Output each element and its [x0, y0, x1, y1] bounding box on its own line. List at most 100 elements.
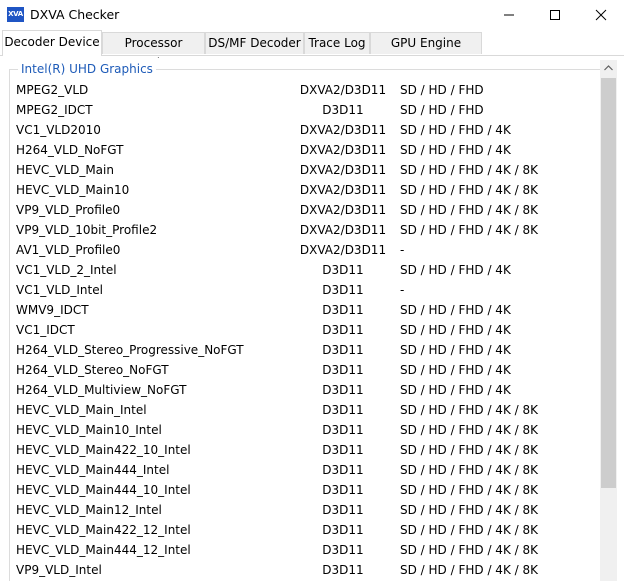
close-icon	[595, 9, 607, 21]
decoder-api: D3D11	[322, 423, 364, 437]
decoder-api: D3D11	[322, 283, 364, 297]
maximize-button[interactable]	[532, 0, 578, 30]
decoder-name: VC1_IDCT	[16, 323, 75, 337]
table-row[interactable]: HEVC_VLD_Main DXVA2/D3D11 SD / HD / FHD / …	[6, 160, 601, 180]
decoder-name: HEVC_VLD_Main_Intel	[16, 403, 147, 417]
decoder-resolutions: SD / HD / FHD / 4K / 8K	[400, 523, 538, 537]
table-row[interactable]: VC1_VLD2010 DXVA2/D3D11 SD / HD / FHD / 4K	[6, 120, 601, 140]
decoder-api: D3D11	[322, 503, 364, 517]
table-row[interactable]: HEVC_VLD_Main444_10_Intel D3D11 SD / HD / …	[6, 480, 601, 500]
decoder-name: H264_VLD_Stereo_NoFGT	[16, 363, 169, 377]
decoder-resolutions: SD / HD / FHD	[400, 83, 484, 97]
tab-trace-log[interactable]: Trace Log	[304, 32, 370, 54]
decoder-resolutions: SD / HD / FHD / 4K	[400, 383, 511, 397]
group-title: Intel(R) UHD Graphics	[18, 61, 156, 77]
table-row[interactable]: AV1_VLD_Profile0 DXVA2/D3D11-	[6, 240, 601, 260]
vertical-scrollbar[interactable]	[600, 60, 617, 581]
minimize-icon	[504, 14, 514, 16]
decoder-name: VP9_VLD_Intel	[16, 563, 102, 577]
decoder-api: D3D11	[322, 483, 364, 497]
table-row[interactable]: VC1_VLD_Intel D3D11 -	[6, 280, 601, 300]
decoder-api: D3D11	[322, 443, 364, 457]
decoder-resolutions: SD / HD / FHD / 4K / 8K	[400, 163, 538, 177]
table-row[interactable]: VP9_VLD_10bit_Profile2 DXVA2/D3D11 SD / HD…	[6, 220, 601, 240]
decoder-list: MPEG2_VLD DXVA2/D3D11 SD / HD / FHD MPEG2_I…	[6, 80, 601, 580]
tab-decoder-device[interactable]: Decoder Device	[2, 30, 102, 56]
decoder-api: D3D11	[322, 523, 364, 537]
table-row[interactable]: VC1_IDCT D3D11 SD / HD / FHD / 4K	[6, 320, 601, 340]
table-row[interactable]: VP9_VLD_Profile0 DXVA2/D3D11 SD / HD / FHD…	[6, 200, 601, 220]
table-row[interactable]: HEVC_VLD_Main444_12_Intel D3D11 SD / HD / …	[6, 540, 601, 560]
decoder-api: DXVA2/D3D11	[299, 243, 387, 257]
decoder-api: DXVA2/D3D11	[299, 163, 387, 177]
table-row[interactable]: H264_VLD_Multiview_NoFGT D3D11 SD / HD / F…	[6, 380, 601, 400]
table-row[interactable]: HEVC_VLD_Main10_Intel D3D11 SD / HD / FHD …	[6, 420, 601, 440]
table-row[interactable]: HEVC_VLD_Main10 DXVA2/D3D11 SD / HD / FHD …	[6, 180, 601, 200]
decoder-resolutions: SD / HD / FHD / 4K	[400, 123, 511, 137]
table-row[interactable]: MPEG2_VLD DXVA2/D3D11 SD / HD / FHD	[6, 80, 601, 100]
decoder-name: VP9_VLD_Profile0	[16, 203, 121, 217]
decoder-api: D3D11	[322, 563, 364, 577]
table-row[interactable]: VC1_VLD_2_Intel D3D11 SD / HD / FHD / 4K	[6, 260, 601, 280]
decoder-resolutions: SD / HD / FHD / 4K / 8K	[400, 403, 538, 417]
tab-processor-device[interactable]: Processor Device	[102, 32, 205, 70]
decoder-name: HEVC_VLD_Main10	[16, 183, 130, 197]
table-row[interactable]: HEVC_VLD_Main422_10_Intel D3D11 SD / HD / …	[6, 440, 601, 460]
decoder-name: VC1_VLD_Intel	[16, 283, 103, 297]
decoder-name: MPEG2_IDCT	[16, 103, 93, 117]
decoder-resolutions: SD / HD / FHD / 4K / 8K	[400, 563, 538, 577]
decoder-api: D3D11	[322, 463, 364, 477]
decoder-resolutions: SD / HD / FHD / 4K / 8K	[400, 543, 538, 557]
table-row[interactable]: H264_VLD_NoFGT DXVA2/D3D11 SD / HD / FHD /…	[6, 140, 601, 160]
decoder-name: VP9_VLD_10bit_Profile2	[16, 223, 158, 237]
table-row[interactable]: HEVC_VLD_Main_Intel D3D11 SD / HD / FHD / …	[6, 400, 601, 420]
decoder-api: DXVA2/D3D11	[299, 203, 387, 217]
decoder-name: HEVC_VLD_Main444_Intel	[16, 463, 170, 477]
table-row[interactable]: H264_VLD_Stereo_Progressive_NoFGT D3D11 SD…	[6, 340, 601, 360]
decoder-resolutions: SD / HD / FHD / 4K	[400, 143, 511, 157]
decoder-resolutions: -	[400, 243, 405, 257]
decoder-resolutions: SD / HD / FHD / 4K / 8K	[400, 223, 538, 237]
decoder-api: DXVA2/D3D11	[299, 183, 387, 197]
decoder-resolutions: SD / HD / FHD / 4K	[400, 363, 511, 377]
decoder-resolutions: SD / HD / FHD / 4K / 8K	[400, 463, 538, 477]
decoder-resolutions: SD / HD / FHD / 4K / 8K	[400, 183, 538, 197]
scroll-up-button[interactable]	[600, 60, 617, 77]
table-row[interactable]: MPEG2_IDCT D3D11 SD / HD / FHD	[6, 100, 601, 120]
decoder-name: HEVC_VLD_Main	[16, 163, 114, 177]
decoder-api: DXVA2/D3D11	[299, 143, 387, 157]
decoder-name: VC1_VLD_2_Intel	[16, 263, 117, 277]
table-row[interactable]: VP9_VLD_Intel D3D11 SD / HD / FHD / 4K / 8…	[6, 560, 601, 580]
table-row[interactable]: HEVC_VLD_Main12_Intel D3D11 SD / HD / FHD …	[6, 500, 601, 520]
decoder-api: DXVA2/D3D11	[299, 123, 387, 137]
decoder-resolutions: SD / HD / FHD / 4K / 8K	[400, 423, 538, 437]
decoder-name: HEVC_VLD_Main12_Intel	[16, 503, 162, 517]
table-row[interactable]: HEVC_VLD_Main444_Intel D3D11 SD / HD / FHD…	[6, 460, 601, 480]
decoder-device-panel: Intel(R) UHD Graphics MPEG2_VLD DXVA2/D3D…	[6, 58, 618, 581]
decoder-api: DXVA2/D3D11	[299, 223, 387, 237]
decoder-api: D3D11	[322, 263, 364, 277]
decoder-api: D3D11	[322, 543, 364, 557]
minimize-button[interactable]	[486, 0, 532, 30]
tab-strip: Decoder Device Processor Device DS/MF De…	[0, 30, 624, 70]
decoder-resolutions: SD / HD / FHD	[400, 103, 484, 117]
decoder-name: HEVC_VLD_Main422_12_Intel	[16, 523, 191, 537]
decoder-resolutions: -	[400, 283, 405, 297]
tab-ds-mf-decoder[interactable]: DS/MF Decoder	[205, 32, 304, 54]
decoder-api: D3D11	[322, 323, 364, 337]
decoder-api: D3D11	[322, 103, 364, 117]
table-row[interactable]: HEVC_VLD_Main422_12_Intel D3D11 SD / HD / …	[6, 520, 601, 540]
decoder-resolutions: SD / HD / FHD / 4K	[400, 303, 511, 317]
table-row[interactable]: WMV9_IDCT D3D11 SD / HD / FHD / 4K	[6, 300, 601, 320]
decoder-api: D3D11	[322, 383, 364, 397]
tab-gpu-engine-usage[interactable]: GPU Engine Usage	[370, 32, 482, 70]
scrollbar-thumb[interactable]	[601, 78, 616, 488]
table-row[interactable]: H264_VLD_Stereo_NoFGT D3D11 SD / HD / FHD …	[6, 360, 601, 380]
decoder-resolutions: SD / HD / FHD / 4K	[400, 343, 511, 357]
app-icon: XVA	[7, 7, 24, 22]
decoder-resolutions: SD / HD / FHD / 4K / 8K	[400, 483, 538, 497]
close-button[interactable]	[578, 0, 624, 30]
chevron-up-icon	[604, 65, 613, 71]
decoder-resolutions: SD / HD / FHD / 4K	[400, 263, 511, 277]
decoder-api: DXVA2/D3D11	[299, 83, 387, 97]
